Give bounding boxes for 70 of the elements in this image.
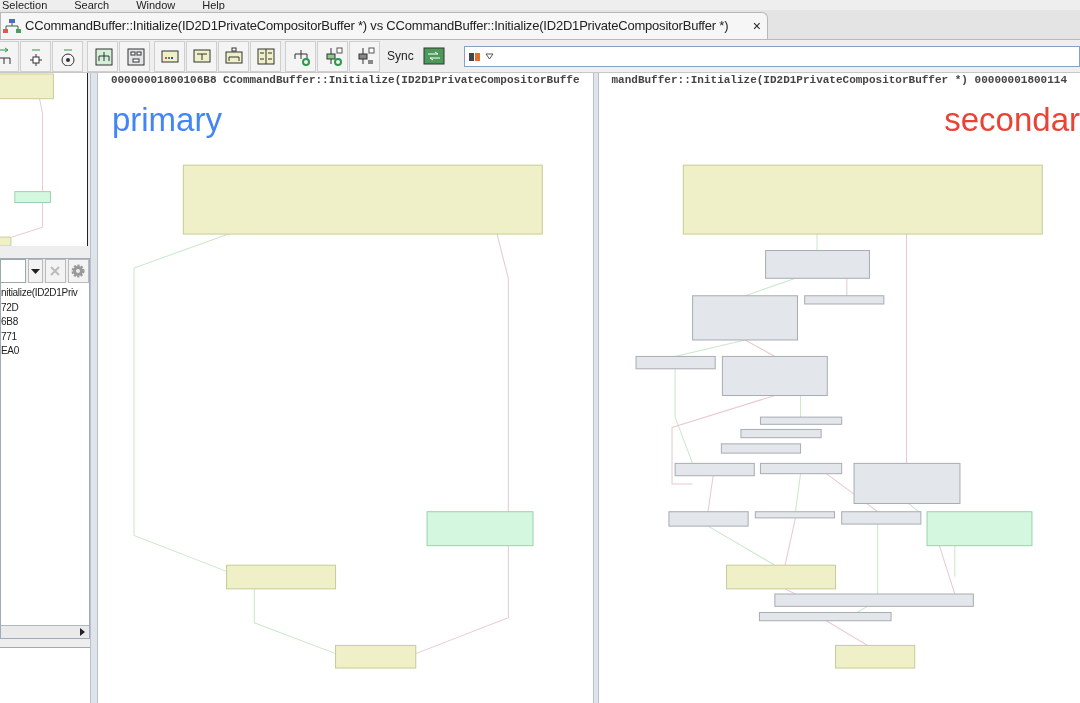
fit-graph-icon: [92, 46, 113, 66]
splitter-bar[interactable]: [90, 73, 98, 703]
function-list-item[interactable]: 72D: [1, 300, 19, 315]
dropdown-icon: [484, 52, 494, 60]
layout-icon: [223, 46, 244, 66]
layout-button[interactable]: [186, 40, 217, 72]
menu-item[interactable]: Window: [136, 0, 176, 10]
sync-graph-button[interactable]: [285, 40, 316, 72]
function-list-item[interactable]: nitialize(ID2D1Priv: [1, 286, 78, 301]
sync-node-button[interactable]: [317, 40, 348, 72]
graph-node[interactable]: [182, 164, 543, 235]
fit-graph-icon: [124, 46, 145, 66]
graph-node[interactable]: [334, 644, 417, 669]
menu-item[interactable]: Search: [74, 0, 110, 10]
close-icon: [50, 266, 61, 276]
function-list-item[interactable]: EA0: [1, 344, 19, 359]
graph-node[interactable]: [667, 511, 749, 527]
fit-graph-button[interactable]: [87, 40, 118, 72]
horizontal-scrollbar[interactable]: [1, 625, 89, 638]
splitter-bar[interactable]: [592, 73, 599, 703]
sync-icon: [422, 47, 445, 65]
graph-node[interactable]: [758, 612, 892, 622]
graph-node[interactable]: [754, 511, 835, 519]
graph-node[interactable]: [759, 462, 842, 475]
graph-node[interactable]: [926, 511, 1032, 547]
graph-node[interactable]: [840, 511, 921, 525]
panel-label: secondar: [944, 100, 1080, 140]
layout-button[interactable]: [218, 40, 249, 72]
menu-item[interactable]: Help: [202, 0, 225, 10]
graph-node[interactable]: [773, 593, 974, 607]
graph-node[interactable]: [759, 416, 842, 425]
settings-icon: [71, 264, 86, 278]
graph-icon: [3, 18, 21, 34]
fit-graph-button[interactable]: [119, 40, 150, 72]
graph-node[interactable]: [725, 564, 836, 590]
panel-label: primary: [111, 100, 222, 140]
graph-node[interactable]: [682, 164, 1043, 235]
graph-node[interactable]: [426, 511, 534, 547]
layout-icon: [191, 46, 212, 66]
graph-node[interactable]: [834, 644, 915, 669]
close-icon[interactable]: ×: [752, 15, 761, 37]
sync-button[interactable]: [420, 45, 447, 67]
graph-node[interactable]: [721, 355, 828, 397]
tab-title: CCommandBuffer::Initialize(ID2D1PrivateCompositorBuffer *) vs CCommandBuffer::Initialize(ID2D1PrivateCompositorBuffer *): [25, 17, 729, 36]
function-list-item[interactable]: 771: [1, 329, 17, 344]
graph-node[interactable]: [691, 295, 798, 341]
graph-node[interactable]: [764, 250, 870, 279]
graph-node[interactable]: [674, 462, 755, 477]
sync-label: Sync: [387, 48, 414, 65]
graph-node[interactable]: [803, 295, 884, 305]
target-button[interactable]: [52, 40, 83, 72]
diff-tab[interactable]: CCommandBuffer::Initialize(ID2D1PrivateCompositorBuffer *) vs CCommandBuffer::Initialize(ID2D1PrivateCompositorBuffer *) ×: [0, 12, 768, 39]
split-view-icon: [255, 46, 276, 66]
split-view-button[interactable]: [250, 40, 281, 72]
search-field[interactable]: [463, 45, 1080, 67]
graph-node[interactable]: [853, 462, 960, 504]
dropdown-button[interactable]: [28, 259, 43, 283]
graph-node[interactable]: [720, 443, 801, 454]
node-button[interactable]: [20, 40, 51, 72]
menu-item[interactable]: Selection: [2, 0, 48, 10]
graph-node[interactable]: [635, 355, 716, 370]
graph-node[interactable]: [739, 428, 822, 439]
graph-node[interactable]: [225, 564, 336, 590]
caret-icon: [31, 268, 40, 274]
lock-node-button[interactable]: [349, 40, 380, 72]
layout-button[interactable]: [154, 40, 185, 72]
function-header: 00000001800106B8 CCommandBuffer::Initialize(ID2D1PrivateCompositorBuffe: [109, 73, 581, 87]
function-header: mandBuffer::Initialize(ID2D1PrivateCompositorBuffer *) 00000001800114: [610, 73, 1068, 87]
settings-button[interactable]: [67, 259, 89, 283]
function-list-item[interactable]: 6B8: [1, 315, 18, 330]
